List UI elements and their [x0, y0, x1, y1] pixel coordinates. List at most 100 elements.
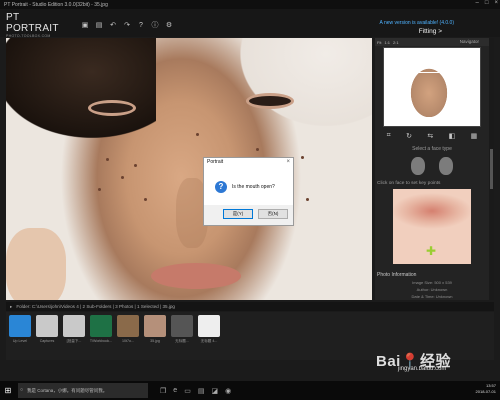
cortana-placeholder: 我是 Cortana，小娜。有问题尽管问我。: [27, 388, 108, 393]
navigator-thumbnail[interactable]: [383, 47, 481, 127]
help-icon[interactable]: ?: [136, 21, 146, 31]
app-icon[interactable]: ◪: [211, 387, 218, 395]
main-toolbar: ▣ ▤ ↶ ↷ ? ⓘ ⚙: [80, 21, 174, 31]
folder-icon[interactable]: ▸: [10, 302, 12, 311]
browser-item-thumbnail: [9, 315, 31, 337]
dialog-close-icon[interactable]: ×: [286, 158, 290, 167]
store-icon[interactable]: ▤: [198, 387, 205, 395]
browser-item[interactable]: 10t7o...: [116, 315, 140, 357]
start-icon[interactable]: ⊞: [0, 381, 16, 400]
pt-portrait-window: PT Portrait - Studio Edition 3.0.0(32bit…: [0, 0, 500, 400]
photo-info-title: Photo Information: [377, 272, 417, 278]
freckle: [134, 164, 137, 167]
viewport-rectangle[interactable]: [398, 72, 458, 118]
crop-icon[interactable]: ⌗: [387, 132, 391, 140]
maximize-icon[interactable]: □: [485, 0, 489, 6]
undo-icon[interactable]: ↶: [108, 21, 118, 31]
app-header: PT PORTRAIT PHOTO-TOOLBOX.COM ▣ ▤ ↶ ↷ ? …: [0, 9, 500, 38]
open-icon[interactable]: ▣: [80, 21, 90, 31]
dialog-title: Portrait: [204, 158, 293, 167]
browser-item[interactable]: 无标题...: [170, 315, 194, 357]
photo-info-row: Image Size: 500 x 539: [412, 280, 452, 285]
flip-icon[interactable]: ⇆: [427, 132, 433, 140]
question-icon: ?: [215, 181, 227, 193]
browser-item-label: [批量下...: [66, 339, 82, 343]
no-button[interactable]: 否(N): [258, 209, 288, 219]
background-region: [226, 38, 372, 138]
freckle: [121, 176, 124, 179]
system-tray-clock[interactable]: 13:57 2018-07-01: [476, 383, 496, 395]
title-bar: PT Portrait - Studio Edition 3.0.0(32bit…: [0, 0, 500, 9]
browser-item-thumbnail: [117, 315, 139, 337]
app-logo: PT PORTRAIT PHOTO-TOOLBOX.COM: [6, 12, 66, 38]
minimize-icon[interactable]: –: [476, 0, 479, 6]
scrollbar-thumb[interactable]: [490, 149, 493, 189]
mouth-open-dialog: Portrait × ? Is the mouth open? 是(Y) 否(N…: [203, 157, 294, 226]
right-eye: [246, 93, 294, 109]
grid-icon[interactable]: ▦: [471, 132, 478, 140]
browser-item[interactable]: [批量下...: [62, 315, 86, 357]
portrait-photo: [6, 38, 372, 300]
freckle: [144, 198, 147, 201]
mode-label[interactable]: Fitting >: [419, 28, 442, 35]
settings-icon[interactable]: ⚙: [164, 21, 174, 31]
browser-item-label: Captures: [39, 339, 55, 343]
zoom-1-1[interactable]: 1:1: [384, 40, 390, 45]
browser-item-thumbnail: [144, 315, 166, 337]
compare-icon[interactable]: ◧: [449, 132, 456, 140]
edge-icon[interactable]: e: [173, 387, 177, 395]
face-type-male[interactable]: [439, 157, 453, 175]
browser-item-label: 无标题 4...: [200, 339, 218, 343]
task-view-icon[interactable]: ❐: [160, 387, 166, 395]
browser-item-label: 无标题...: [175, 339, 189, 343]
browser-item-thumbnail: [198, 315, 220, 337]
update-notice-link[interactable]: A new version is available! (4.0.0): [380, 20, 454, 26]
dialog-buttons: 是(Y) 否(N): [204, 205, 293, 219]
hair-region: [6, 38, 156, 138]
mouth-preview[interactable]: ✚: [393, 189, 471, 264]
freckle: [306, 198, 309, 201]
keypoint-crosshair-icon[interactable]: ✚: [426, 245, 436, 257]
zoom-fit[interactable]: Fit: [377, 40, 381, 45]
taskbar-apps: ❐ e ▭ ▤ ◪ ◉: [160, 387, 231, 395]
freckle: [106, 158, 109, 161]
face-type-label: Select a face type: [412, 146, 452, 152]
lips: [151, 263, 241, 289]
dialog-message: Is the mouth open?: [232, 184, 275, 190]
yes-button[interactable]: 是(Y): [223, 209, 253, 219]
browser-item-thumbnail: [36, 315, 58, 337]
right-panel: Fit 1:1 2:1 Navigator ⌗ ↻ ⇆ ◧ ▦ Select a…: [375, 38, 489, 300]
browser-item[interactable]: Captures: [35, 315, 59, 357]
save-icon[interactable]: ▤: [94, 21, 104, 31]
cortana-search-box[interactable]: ○ 我是 Cortana，小娜。有问题尽管问我。: [18, 383, 148, 398]
photo-info-row: Date & Time: Unknown: [411, 294, 453, 299]
browser-item[interactable]: T\Workbook...: [89, 315, 113, 357]
browser-item[interactable]: Up Level: [8, 315, 32, 357]
rotate-icon[interactable]: ↻: [406, 132, 412, 140]
close-icon[interactable]: ×: [494, 0, 498, 6]
dialog-body: ? Is the mouth open?: [204, 167, 293, 205]
explorer-icon[interactable]: ▭: [184, 387, 191, 395]
photo-info-row: Author: Unknown: [416, 287, 448, 292]
face-type-female[interactable]: [411, 157, 425, 175]
folder-path-text: Folder: C:\Users\john\Videos 4 | 2 Sub-F…: [16, 304, 175, 309]
redo-icon[interactable]: ↷: [122, 21, 132, 31]
info-icon[interactable]: ⓘ: [150, 21, 160, 31]
pt-portrait-taskbar-icon[interactable]: ◉: [225, 387, 231, 395]
logo-title: PT PORTRAIT: [6, 12, 59, 34]
browser-item-thumbnail: [171, 315, 193, 337]
freckle: [256, 148, 259, 151]
right-panel-scrollbar[interactable]: [489, 38, 494, 300]
browser-item[interactable]: 无标题 4...: [197, 315, 221, 357]
panel-tools: ⌗ ↻ ⇆ ◧ ▦: [375, 128, 489, 144]
photo-workspace[interactable]: Portrait × ? Is the mouth open? 是(Y) 否(N…: [6, 38, 372, 300]
zoom-2-1[interactable]: 2:1: [393, 40, 399, 45]
browser-item[interactable]: 35.jpg: [143, 315, 167, 357]
freckle: [98, 188, 101, 191]
window-title: PT Portrait - Studio Edition 3.0.0(32bit…: [4, 1, 108, 8]
baidu-watermark-url: jingyan.baidu.com: [398, 366, 447, 372]
browser-item-thumbnail: [90, 315, 112, 337]
windows-taskbar: ⊞ ○ 我是 Cortana，小娜。有问题尽管问我。 ❐ e ▭ ▤ ◪ ◉ 1…: [0, 381, 500, 400]
navigator-header: Fit 1:1 2:1 Navigator: [375, 38, 489, 46]
search-icon: ○: [20, 387, 24, 393]
